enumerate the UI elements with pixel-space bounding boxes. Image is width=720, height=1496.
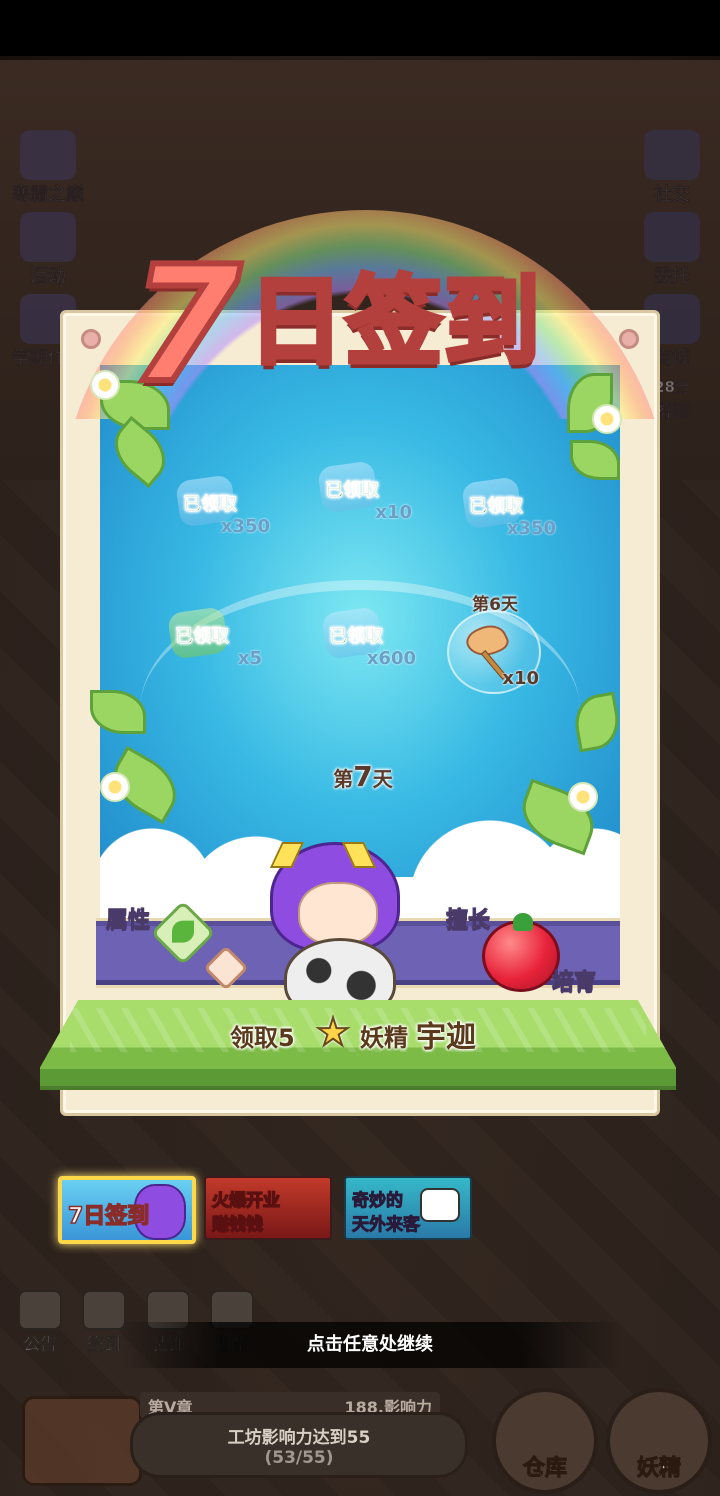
day7-number: 7: [353, 760, 373, 793]
claimed-label: 已领取: [329, 626, 384, 648]
pin-icon: [619, 329, 639, 349]
reward-qty: x5: [237, 648, 262, 669]
character-face: [298, 882, 378, 946]
status-bar: [0, 0, 720, 56]
warehouse-label: 仓库: [522, 1456, 567, 1482]
reward-qty: x350: [506, 518, 556, 539]
event-title-digit: 7: [127, 231, 244, 418]
commission-icon: [644, 212, 700, 262]
quest-progress: (53/55): [264, 1448, 334, 1468]
reward-day2[interactable]: 已领取 x10: [292, 456, 412, 536]
menu-social[interactable]: 社交: [632, 130, 712, 208]
activity-icon: [20, 212, 76, 262]
tab-grand-opening-line1: 火爆开业: [211, 1190, 281, 1212]
reward-day4[interactable]: 已领取 x5: [142, 602, 262, 682]
claim-text-name: 宇迦: [416, 1020, 476, 1055]
day7-label: 第7天: [318, 760, 408, 793]
claim-reward-text[interactable]: 领取5 ★ 妖精 宇迦: [230, 1009, 500, 1055]
tab-7day-signin-label: 7日签到: [67, 1203, 150, 1230]
menu-activity[interactable]: 活动: [8, 212, 88, 290]
event-title-text: 日签到: [246, 264, 543, 381]
tab-grand-opening-line2: 赚钱钱: [211, 1214, 264, 1236]
claimed-label: 已领取: [183, 494, 238, 516]
menu-frost-peak-label: 寒霜之巅: [12, 184, 85, 206]
event-title: 7 日签到: [127, 231, 590, 418]
reward-day1[interactable]: 已领取 x350: [150, 470, 270, 550]
warehouse-button[interactable]: 仓库: [492, 1388, 598, 1494]
star-icon: ★: [315, 1009, 351, 1055]
notice-icon: [18, 1290, 62, 1330]
day7-prefix: 第: [333, 767, 354, 791]
day7-suffix: 天: [372, 767, 393, 791]
fairy-character-yujia[interactable]: [262, 820, 412, 1020]
tab-7day-signin[interactable]: 7日签到: [58, 1176, 196, 1244]
quest-title: 工坊影响力达到55: [227, 1428, 371, 1448]
reward-qty: x10: [375, 502, 412, 523]
frost-mountain-icon: [20, 130, 76, 180]
menu-commission-label: 委托: [654, 266, 691, 288]
menu-activity-label: 活动: [30, 266, 67, 288]
fairy-button[interactable]: 妖精: [606, 1388, 712, 1494]
claim-text-fairy: 妖精: [360, 1024, 408, 1052]
menu-commission[interactable]: 委托: [632, 212, 712, 290]
flower-decoration: [90, 370, 120, 400]
claimed-label: 已领取: [325, 480, 380, 502]
fairy-label: 妖精: [636, 1456, 681, 1482]
tab-grand-opening[interactable]: 火爆开业 赚钱钱: [204, 1176, 332, 1240]
reward-qty: x350: [220, 516, 270, 537]
claimed-label: 已领取: [175, 626, 230, 648]
chapter-book-icon[interactable]: [22, 1396, 142, 1486]
tomato-icon: [482, 913, 560, 992]
flower-decoration: [568, 782, 598, 812]
tab-visitor-line2: 天外来客: [352, 1215, 421, 1236]
social-icon: [644, 130, 700, 180]
reward-day5[interactable]: 已领取 x600: [296, 602, 416, 682]
quest-panel[interactable]: 工坊影响力达到55 (53/55): [130, 1412, 468, 1478]
claim-text-prefix: 领取5: [230, 1024, 295, 1052]
claimed-label: 已领取: [469, 496, 524, 518]
tv-mascot-icon: [420, 1188, 460, 1222]
skill-label: 擅长: [445, 908, 491, 934]
reward-qty: x600: [366, 648, 416, 669]
flower-decoration: [592, 404, 622, 434]
menu-frost-peak[interactable]: 寒霜之巅: [8, 130, 88, 208]
tap-to-continue[interactable]: 点击任意处继续: [120, 1322, 620, 1368]
reward-qty: x10: [502, 668, 539, 689]
grow-label: 培育: [551, 970, 597, 996]
reward-day6[interactable]: 第6天 x10: [445, 590, 545, 700]
menu-social-label: 社交: [654, 184, 691, 206]
nav-notice[interactable]: 公告: [10, 1290, 70, 1355]
flower-decoration: [100, 772, 130, 802]
reward-day3[interactable]: 已领取 x350: [436, 472, 556, 552]
tab-visitor-line1: 奇妙的: [352, 1191, 404, 1212]
attribute-label: 属性: [105, 908, 151, 934]
nav-notice-label: 公告: [23, 1335, 58, 1356]
tab-visitor[interactable]: 奇妙的 天外来客: [344, 1176, 472, 1240]
pin-icon: [81, 329, 101, 349]
